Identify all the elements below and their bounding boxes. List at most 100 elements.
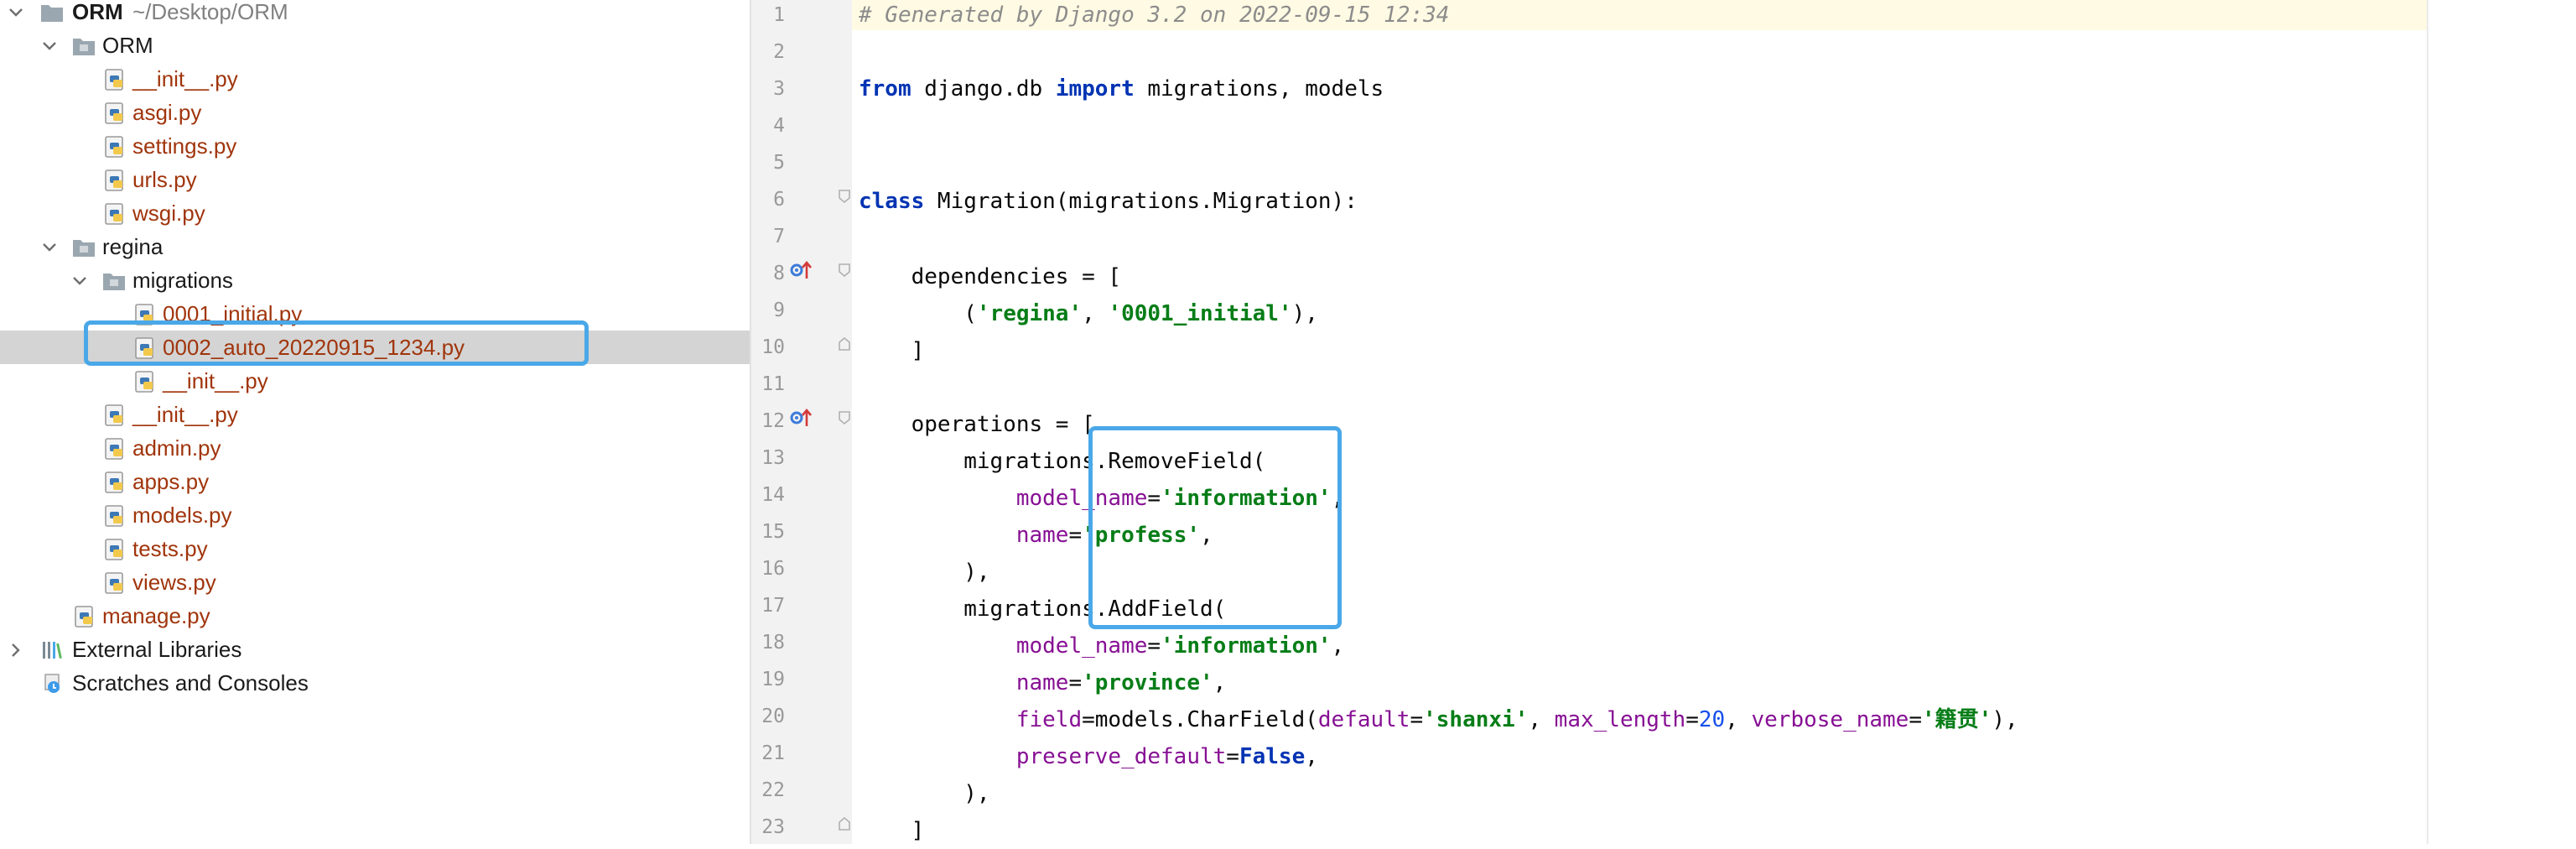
tree-item-label: models.py [132, 503, 232, 528]
chevron-down-icon[interactable] [40, 37, 59, 55]
folder-icon [40, 2, 64, 23]
folder-icon [72, 35, 96, 57]
implements-marker-icon[interactable] [790, 258, 813, 282]
folder-icon [102, 270, 126, 292]
tree-item-label: wsgi.py [132, 201, 205, 226]
line-number: 16 [761, 558, 785, 580]
tree-item-label: regina [102, 234, 164, 259]
tree-item[interactable]: wsgi.py [0, 196, 750, 230]
tree-item-label: views.py [132, 570, 216, 595]
tree-item-label: ORM [102, 33, 153, 58]
line-number: 15 [761, 521, 785, 543]
line-number: 6 [773, 189, 785, 211]
line-number: 18 [761, 632, 785, 654]
python-file-icon [104, 539, 127, 560]
line-number: 20 [761, 706, 785, 727]
line-number: 19 [761, 669, 785, 690]
python-file-icon [104, 102, 127, 124]
tree-root-row[interactable]: ORM ~/Desktop/ORM [0, 0, 750, 29]
tree-item-label: manage.py [102, 603, 210, 628]
code-line-10: ] [859, 338, 925, 363]
code-line-9: ('regina', '0001_initial'), [859, 301, 1318, 326]
code-line-22: ), [859, 781, 990, 806]
python-file-icon [104, 572, 127, 594]
line-number: 1 [773, 4, 785, 26]
library-icon [40, 639, 64, 661]
python-file-icon [104, 169, 127, 191]
code-line-21: preserve_default=False, [1015, 744, 1318, 769]
tree-item[interactable]: regina [0, 230, 750, 263]
python-file-icon [104, 471, 127, 493]
tree-item-label: settings.py [132, 133, 237, 159]
tree-item[interactable]: migrations [0, 263, 750, 297]
fold-end-icon[interactable] [839, 816, 850, 831]
code-line-6: class Migration(migrations.Migration): [859, 189, 1358, 214]
tree-item-label: admin.py [132, 435, 221, 461]
chevron-down-icon[interactable] [40, 238, 59, 257]
python-file-icon [104, 69, 127, 91]
code-line-1: # Generated by Django 3.2 on 2022-09-15 … [859, 3, 1450, 28]
tree-root-name: ORM [72, 0, 123, 24]
scratches-icon [40, 673, 64, 695]
line-number: 8 [773, 263, 785, 284]
tree-item-label: External Libraries [72, 637, 242, 662]
tree-item[interactable]: External Libraries [0, 633, 750, 666]
line-number: 2 [773, 41, 785, 63]
tree-item[interactable]: models.py [0, 498, 750, 532]
tree-item[interactable]: apps.py [0, 465, 750, 498]
line-number: 5 [773, 152, 785, 174]
tree-item[interactable]: views.py [0, 565, 750, 599]
line-number: 21 [761, 742, 785, 764]
tree-item-label: apps.py [132, 469, 210, 494]
right-margin-guide [2427, 0, 2428, 844]
tree-item[interactable]: __init__.py [0, 364, 750, 398]
line-number: 7 [773, 226, 785, 247]
tree-item-label: __init__.py [132, 66, 238, 91]
fold-icon[interactable] [839, 263, 850, 278]
code-line-16: ), [859, 560, 990, 585]
tree-item-label: asgi.py [132, 100, 202, 125]
tree-item[interactable]: asgi.py [0, 96, 750, 129]
chevron-down-icon[interactable] [70, 272, 89, 290]
fold-icon[interactable] [839, 411, 850, 425]
tree-item-label: urls.py [132, 167, 197, 192]
implements-marker-icon[interactable] [790, 406, 813, 430]
project-tree: ORM ~/Desktop/ORM ORM __init__.py asgi.py s… [0, 0, 750, 844]
line-number: 12 [761, 410, 785, 432]
python-file-icon [74, 606, 97, 628]
python-file-icon [104, 203, 127, 225]
file-highlight-box [84, 320, 589, 366]
tree-item[interactable]: manage.py [0, 599, 750, 633]
code-line-12: operations = [ [859, 412, 1095, 437]
tree-item[interactable]: __init__.py [0, 62, 750, 96]
chevron-right-icon[interactable] [7, 641, 25, 659]
tree-item-label: tests.py [132, 536, 208, 561]
code-line-20: field=models.CharField(default='shanxi',… [1015, 707, 2018, 732]
chevron-down-icon[interactable] [7, 3, 25, 22]
python-file-icon [104, 404, 127, 426]
fold-end-icon[interactable] [839, 336, 850, 351]
code-editor[interactable]: # Generated by Django 3.2 on 2022-09-15 … [852, 0, 2576, 844]
python-file-icon [104, 505, 127, 527]
tree-item[interactable]: tests.py [0, 532, 750, 565]
tree-item[interactable]: Scratches and Consoles [0, 666, 750, 700]
tree-item[interactable]: __init__.py [0, 398, 750, 431]
tree-item-label: Scratches and Consoles [72, 670, 309, 695]
fold-icon[interactable] [839, 190, 850, 204]
tree-item[interactable]: ORM [0, 29, 750, 62]
line-number: 11 [761, 373, 785, 395]
line-number: 17 [761, 595, 785, 617]
tree-item-label: __init__.py [132, 402, 238, 427]
line-number: 22 [761, 779, 785, 801]
tree-item[interactable]: admin.py [0, 431, 750, 465]
code-line-19: name='province', [1015, 670, 1227, 695]
python-file-icon [104, 136, 127, 158]
line-number: 3 [773, 78, 785, 100]
line-number: 23 [761, 816, 785, 838]
tree-item[interactable]: settings.py [0, 129, 750, 163]
python-file-icon [104, 438, 127, 460]
tree-item-label: migrations [132, 268, 233, 293]
line-number: 14 [761, 484, 785, 506]
python-file-icon [134, 371, 158, 393]
tree-item[interactable]: urls.py [0, 163, 750, 196]
